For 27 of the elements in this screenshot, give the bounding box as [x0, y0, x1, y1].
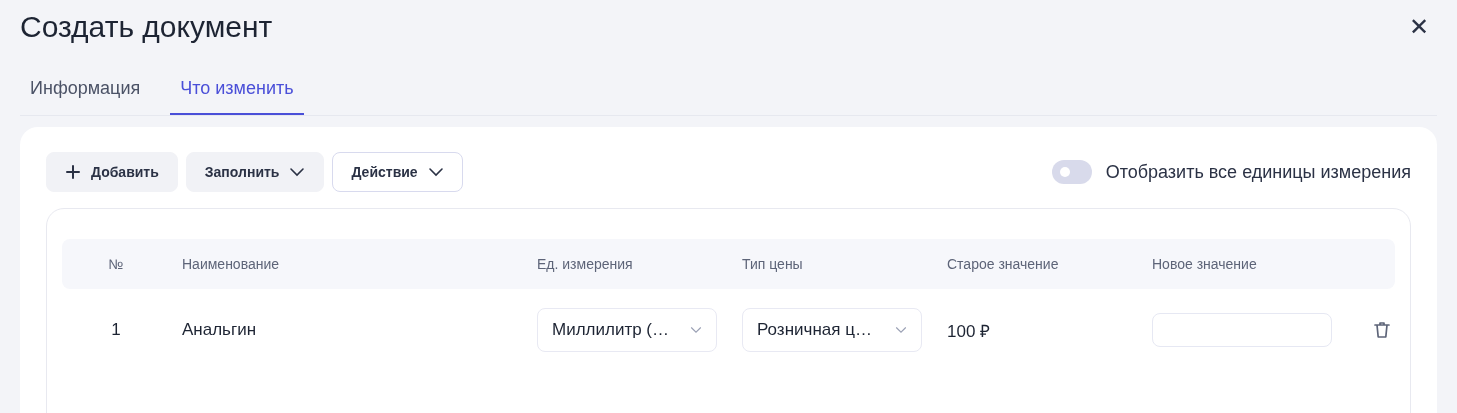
chevron-down-icon — [895, 326, 907, 334]
column-header: Старое значение — [947, 256, 1060, 272]
chevron-down-icon — [427, 167, 444, 177]
chevron-down-icon — [289, 167, 306, 177]
dropdown-button[interactable]: Заполнить — [185, 152, 325, 192]
input-field[interactable] — [1152, 313, 1332, 347]
toggle-switch[interactable] — [1051, 160, 1092, 184]
column-header: Тип цены — [742, 256, 804, 272]
window-title: Создать документ — [20, 10, 273, 44]
column-header: № — [107, 256, 125, 272]
trash-icon[interactable] — [1372, 320, 1392, 340]
plus-icon — [65, 164, 81, 180]
tab[interactable]: Что изменить — [170, 78, 304, 115]
price-type-select[interactable]: Розничная ц… — [742, 308, 922, 352]
dropdown-button[interactable]: Действие — [332, 152, 463, 192]
tab[interactable]: Информация — [20, 78, 151, 115]
column-header: Новое значение — [1152, 256, 1258, 272]
chevron-down-icon — [690, 326, 702, 334]
table-cell-text: Анальгин — [181, 320, 258, 340]
toggle-label: Отобразить все единицы измерения — [1105, 161, 1411, 183]
column-header: Наименование — [181, 256, 281, 272]
column-header: Ед. измерения — [537, 256, 634, 272]
close-button[interactable]: ✕ — [1401, 13, 1437, 41]
add-button[interactable]: Добавить — [46, 152, 178, 192]
unit-select[interactable]: Миллилитр (… — [537, 308, 717, 352]
table-cell-text: 100 ₽ — [947, 320, 992, 342]
table-cell-text: 1 — [110, 320, 122, 340]
